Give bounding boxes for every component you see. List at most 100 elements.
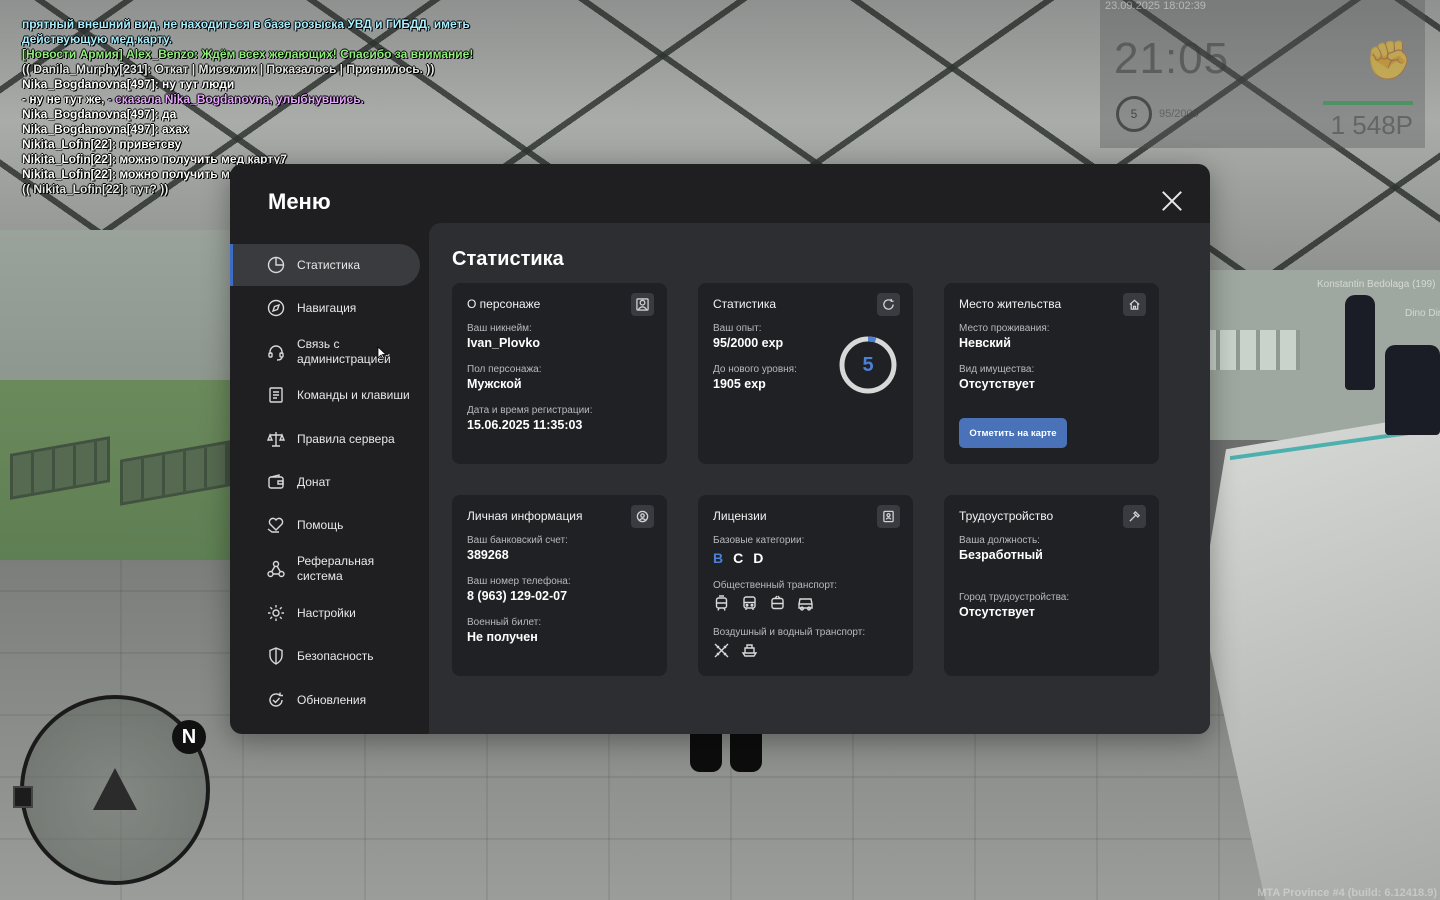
- chat-line: Nikita_Lofin[22]: приветсву: [22, 137, 182, 151]
- license-category: C: [733, 550, 744, 566]
- north-marker: N: [172, 720, 206, 754]
- public-transport-label: Общественный транспорт:: [713, 580, 838, 591]
- player-character: [690, 730, 765, 775]
- sidebar-item-referral[interactable]: Реферальная система: [230, 547, 420, 591]
- gender-value: Мужской: [467, 377, 522, 391]
- work-city-value: Отсутствует: [959, 605, 1035, 619]
- base-categories-label: Базовые категории:: [713, 535, 805, 546]
- hud-panel: 23.09.2025 18:02:39 21:05 ✊ 5 95/2000 1 …: [1100, 0, 1425, 148]
- nickname-label: Ваш никнейм:: [467, 323, 532, 334]
- sidebar-item-label: Безопасность: [297, 648, 374, 663]
- exp-label: Ваш опыт:: [713, 323, 762, 334]
- sidebar-item-label: Донат: [297, 474, 331, 489]
- exp-value: 95/2000 exp: [713, 336, 784, 350]
- sidebar-item-settings[interactable]: Настройки: [230, 592, 420, 634]
- user-icon: [631, 293, 654, 316]
- progress-icon: [877, 293, 900, 316]
- next-level-value: 1905 exp: [713, 377, 766, 391]
- sidebar-item-help[interactable]: Помощь: [230, 504, 420, 546]
- license-category: D: [753, 550, 764, 566]
- scales-icon: [266, 429, 286, 449]
- card-title: О персонаже: [467, 297, 541, 311]
- compass-icon: [266, 298, 286, 318]
- gender-label: Пол персонажа:: [467, 364, 542, 375]
- sidebar-item-label: Реферальная система: [297, 554, 375, 583]
- close-icon[interactable]: [1159, 188, 1185, 214]
- chat-line: прятный внешний вид, не находиться в баз…: [22, 17, 470, 31]
- sidebar-item-label: Команды и клавиши: [297, 387, 410, 402]
- plane-icon: [713, 642, 730, 659]
- menu-window: Меню Статистика Навигация Связь с админи…: [230, 164, 1210, 734]
- sidebar-item-security[interactable]: Безопасность: [230, 635, 420, 677]
- employment-card: Трудоустройство Ваша должность: Безработ…: [944, 495, 1159, 676]
- hud-level: 5: [1116, 96, 1152, 132]
- gear-icon: [266, 603, 286, 623]
- mouse-cursor-icon: [377, 346, 387, 360]
- tram-icon: [713, 595, 730, 612]
- content-panel: Статистика О персонаже Ваш никнейм: Ivan…: [429, 223, 1210, 734]
- chat-line: Nika_Bogdanovna[497]: ахах: [22, 122, 189, 136]
- network-icon: [266, 559, 286, 579]
- license-categories: B C D: [713, 550, 763, 566]
- license-card-icon: [877, 505, 900, 528]
- pie-chart-icon: [266, 255, 286, 275]
- sidebar-item-commands[interactable]: Команды и клавиши: [230, 374, 420, 416]
- player-name-tag: Konstantin Bedolaga (199): [1317, 279, 1436, 290]
- sidebar-item-rules[interactable]: Правила сервера: [230, 418, 420, 460]
- registration-label: Дата и время регистрации:: [467, 405, 593, 416]
- sidebar-item-label: Навигация: [297, 300, 357, 315]
- page-title: Статистика: [452, 248, 564, 270]
- chat-line: (( Danila_Murphy[231]: Откат | Миссклик …: [22, 62, 435, 76]
- bus-icon: [741, 595, 758, 612]
- card-title: Трудоустройство: [959, 509, 1054, 523]
- headset-icon: [266, 342, 286, 362]
- mark-on-map-button[interactable]: Отметить на карте: [959, 418, 1067, 448]
- position-label: Ваша должность:: [959, 535, 1040, 546]
- counter-stripe: [1230, 423, 1440, 757]
- air-water-transport-label: Воздушный и водный транспорт:: [713, 627, 866, 638]
- fist-icon: ✊: [1365, 40, 1413, 82]
- id-circle-icon: [631, 505, 654, 528]
- trolleybus-icon: [769, 595, 786, 612]
- sidebar-item-label: Правила сервера: [297, 431, 395, 446]
- position-value: Безработный: [959, 548, 1043, 562]
- hud-time: 21:05: [1114, 34, 1230, 83]
- build-info: MTA Province #4 (build: 6.12418.9): [1257, 887, 1437, 899]
- sidebar-item-donate[interactable]: Донат: [230, 461, 420, 503]
- sidebar-item-statistics[interactable]: Статистика: [230, 244, 420, 286]
- sidebar-item-updates[interactable]: Обновления: [230, 679, 420, 721]
- card-title: Место жительства: [959, 297, 1062, 311]
- hud-money: 1 548Р: [1330, 110, 1413, 140]
- work-city-label: Город трудоустройства:: [959, 592, 1070, 603]
- card-title: Лицензии: [713, 509, 767, 523]
- shield-icon: [266, 646, 286, 666]
- sidebar-item-contact-admin[interactable]: Связь с администрацией: [230, 330, 420, 374]
- character-card: О персонаже Ваш никнейм: Ivan_Plovko Пол…: [452, 283, 667, 464]
- npc-character: [1345, 295, 1375, 390]
- license-category: B: [713, 550, 724, 566]
- sidebar-item-navigation[interactable]: Навигация: [230, 287, 420, 329]
- document-list-icon: [266, 385, 286, 405]
- chat-line: - ну не тут же, - сказала Nika_Bogdanovn…: [22, 92, 364, 106]
- waiting-chairs: [1200, 330, 1300, 370]
- home-icon: [1123, 293, 1146, 316]
- radar-blip-icon: [13, 786, 33, 808]
- hud-date: 23.09.2025 18:02:39: [1105, 0, 1206, 12]
- hammer-icon: [1123, 505, 1146, 528]
- military-id-label: Военный билет:: [467, 617, 542, 628]
- hud-exp: 95/2000: [1159, 108, 1199, 120]
- chat-line: Nika_Bogdanovna[497]: да: [22, 107, 177, 121]
- licenses-card: Лицензии Базовые категории: B C D Общест…: [698, 495, 913, 676]
- phone-value: 8 (963) 129-02-07: [467, 589, 568, 603]
- residence-place-label: Место проживания:: [959, 323, 1050, 334]
- sidebar-item-label: Обновления: [297, 692, 367, 707]
- next-level-label: До нового уровня:: [713, 364, 797, 375]
- statistics-card: Статистика Ваш опыт: 95/2000 exp До ново…: [698, 283, 913, 464]
- heart-hand-icon: [266, 515, 286, 535]
- card-title: Статистика: [713, 297, 777, 311]
- residence-place-value: Невский: [959, 336, 1011, 350]
- sidebar-item-label: Статистика: [297, 257, 361, 272]
- health-bar: [1323, 101, 1413, 105]
- personal-info-card: Личная информация Ваш банковский счет: 3…: [452, 495, 667, 676]
- wallet-icon: [266, 472, 286, 492]
